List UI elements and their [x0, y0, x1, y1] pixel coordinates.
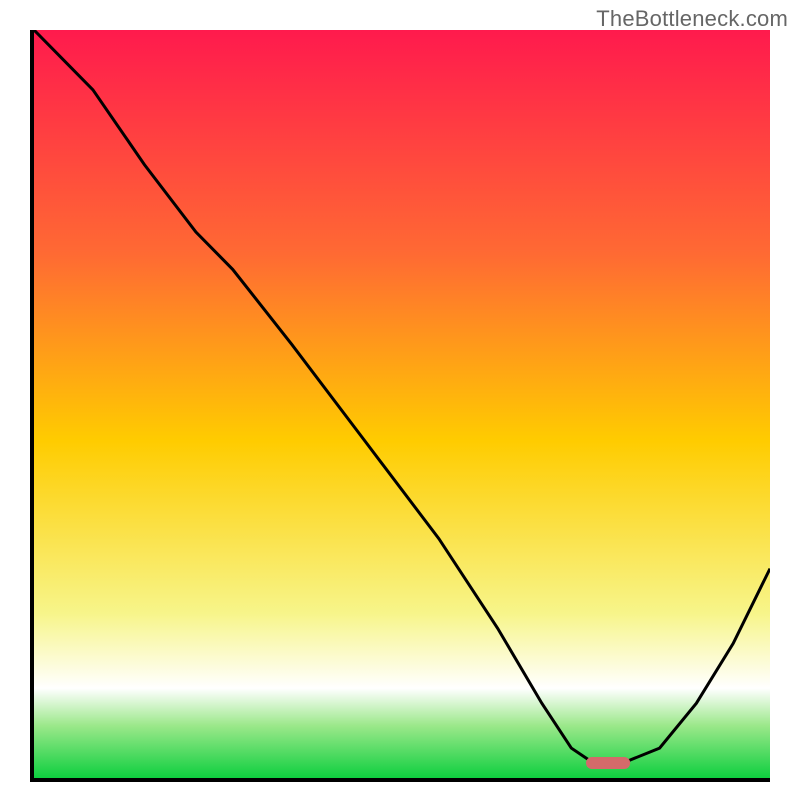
optimum-marker: [586, 757, 630, 769]
bottleneck-chart: [34, 30, 770, 778]
watermark-text: TheBottleneck.com: [596, 6, 788, 32]
gradient-background: [34, 30, 770, 778]
chart-stage: TheBottleneck.com: [0, 0, 800, 800]
